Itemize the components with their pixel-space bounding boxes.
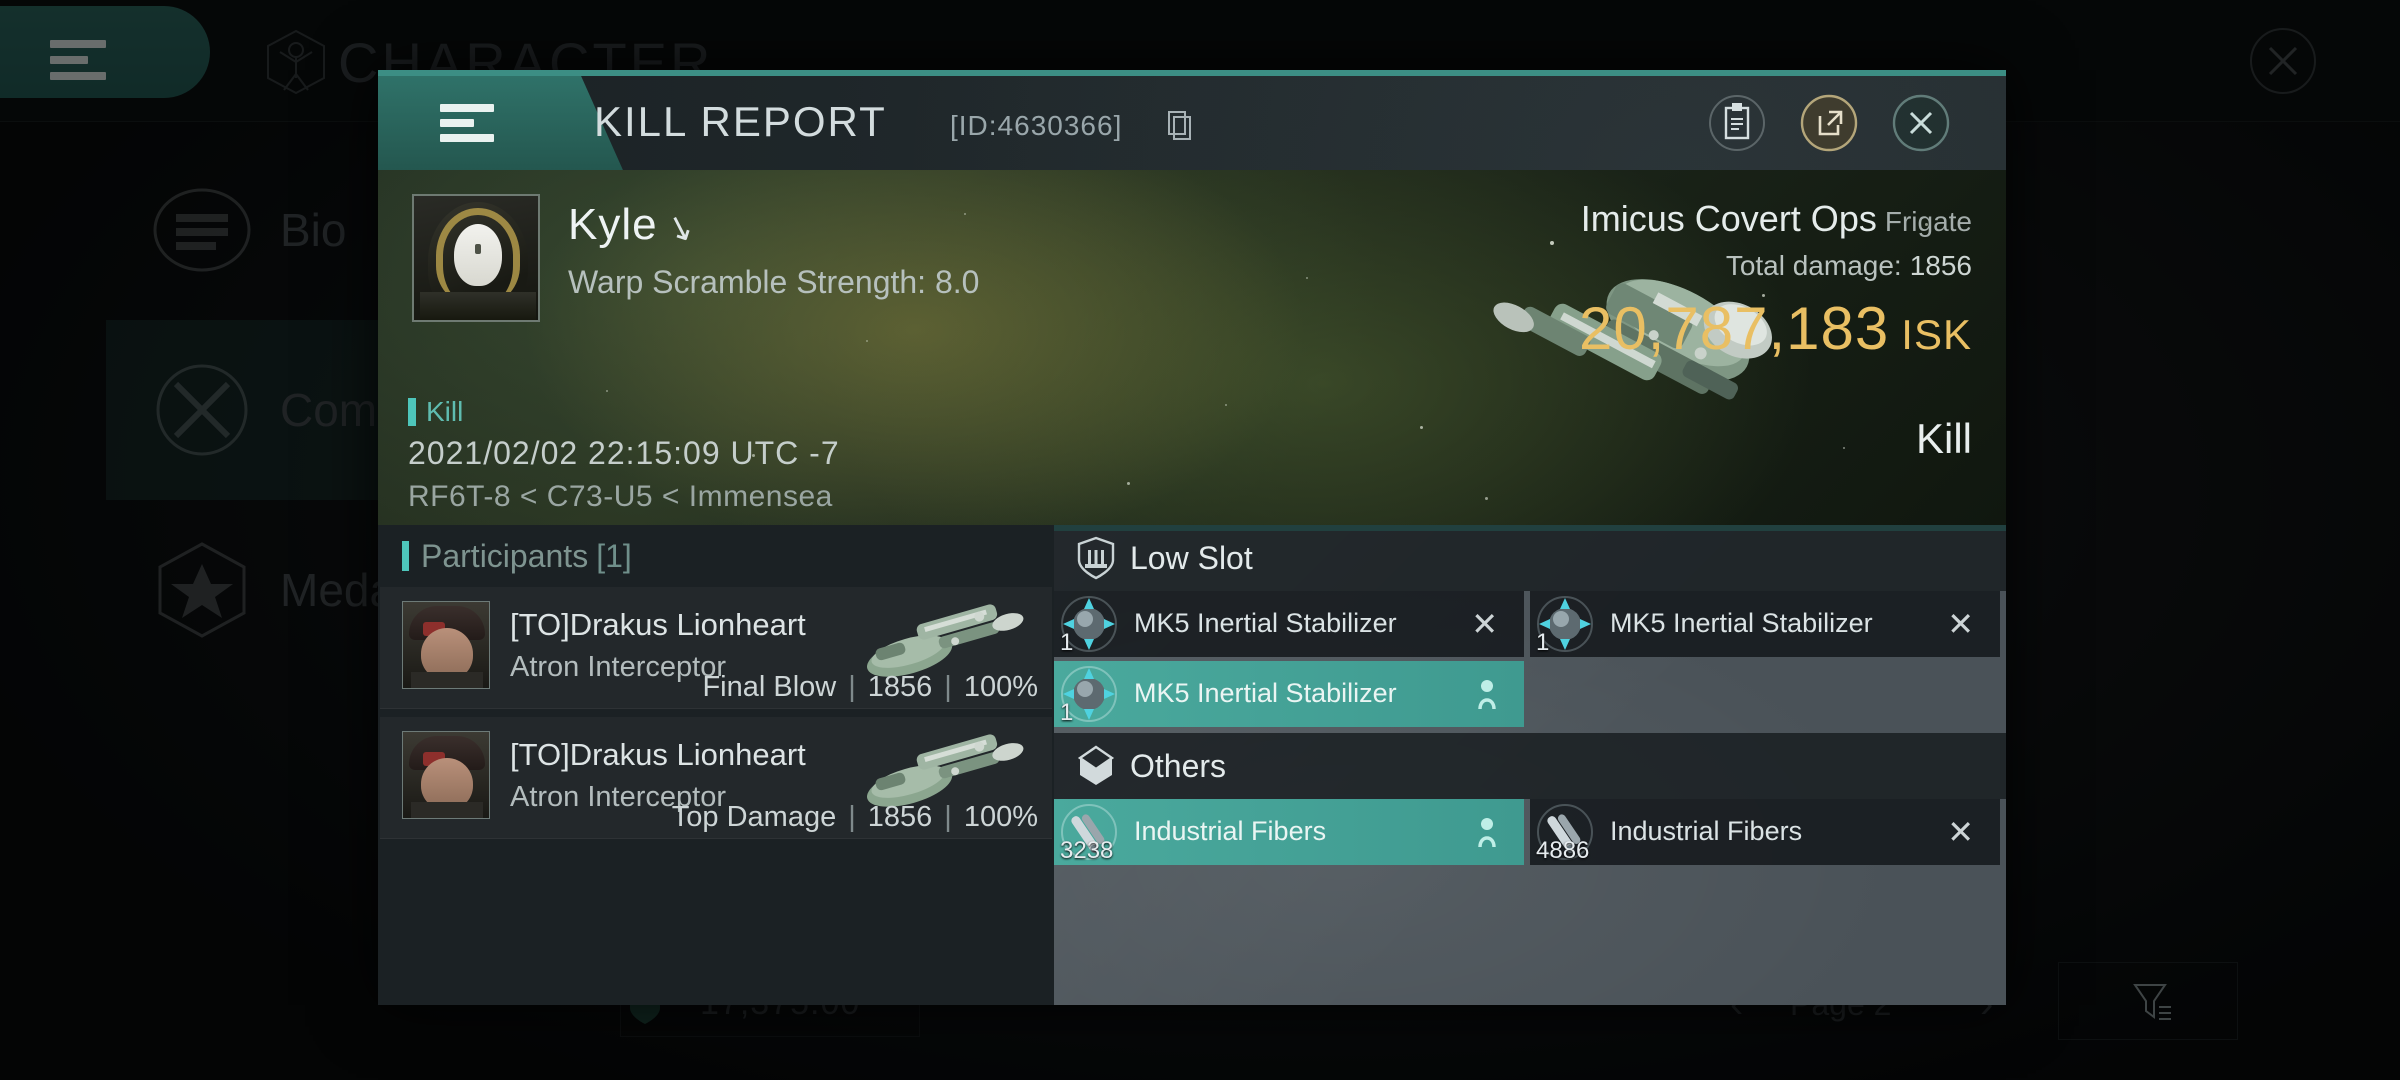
- low-slot-grid: 1 MK5 Inertial Stabilizer ✕ 1 MK5 Inerti…: [1054, 591, 2006, 731]
- total-damage-label: Total damage:: [1725, 250, 1902, 281]
- list-item[interactable]: 4886 Industrial Fibers ✕: [1530, 799, 2000, 865]
- name-suffix-icon: ↘: [660, 205, 701, 251]
- participants-count: [1]: [596, 537, 632, 574]
- item-quantity: 1: [1060, 699, 1074, 726]
- kill-tag-label: Kill: [426, 396, 464, 427]
- others-title: Others: [1130, 747, 1227, 784]
- participant-percent: 100%: [963, 671, 1038, 703]
- item-quantity: 1: [1060, 629, 1074, 656]
- dialog-header: KILL REPORT [ID:4630366]: [378, 76, 2006, 170]
- isk-unit: ISK: [1901, 311, 1972, 358]
- participant-role: Final Blow: [702, 671, 837, 703]
- inertial-stabilizer-icon: 1: [1058, 593, 1120, 656]
- pilot-portrait: [402, 731, 490, 819]
- warp-scramble-strength: Warp Scramble Strength: 8.0: [568, 264, 980, 300]
- table-row[interactable]: [TO]Drakus Lionheart Atron Interceptor: [380, 717, 1052, 839]
- atron-ship-render: [834, 729, 1034, 811]
- atron-ship-render: [834, 599, 1034, 681]
- item-quantity: 4886: [1536, 837, 1590, 864]
- clipboard-icon[interactable]: [1706, 92, 1768, 154]
- ship-name-text: Imicus Covert Ops: [1580, 198, 1877, 239]
- participant-name: [TO]Drakus Lionheart: [510, 607, 806, 642]
- participant-name: [TO]Drakus Lionheart: [510, 737, 806, 772]
- list-item[interactable]: 3238 Industrial Fibers: [1054, 799, 1524, 865]
- kill-result: Kill: [1915, 415, 1972, 462]
- victim-name-text: Kyle: [568, 200, 658, 249]
- kill-location: RF6T-8 < C73-U5 < Immensea: [408, 480, 833, 513]
- empty-slot: [1530, 661, 2000, 727]
- participant-damage: 1856: [867, 671, 933, 703]
- person-drop-icon[interactable]: [1476, 679, 1498, 710]
- close-icon[interactable]: ✕: [1947, 813, 1974, 851]
- list-item[interactable]: 1 MK5 Inertial Stabilizer: [1054, 661, 1524, 727]
- industrial-fibers-icon: 3238: [1058, 801, 1120, 864]
- industrial-fibers-icon: 4886: [1534, 801, 1596, 864]
- total-damage-value: 1856: [1909, 250, 1972, 281]
- victim-ship-summary: Imicus Covert Ops Frigate Total damage: 18…: [1579, 198, 1972, 363]
- item-quantity: 1: [1536, 629, 1550, 656]
- close-icon[interactable]: ✕: [1947, 605, 1974, 643]
- item-label: MK5 Inertial Stabilizer: [1610, 608, 1873, 639]
- inertial-stabilizer-icon: 1: [1058, 663, 1120, 726]
- hamburger-icon[interactable]: [440, 104, 494, 142]
- isk-value: 20,787,183 ISK: [1579, 294, 1972, 363]
- item-label: Industrial Fibers: [1610, 816, 1803, 847]
- participant-stats: Final Blow | 1856 | 100%: [702, 671, 1038, 703]
- table-row[interactable]: [TO]Drakus Lionheart Atron Interceptor: [380, 587, 1052, 709]
- others-header: Others: [1054, 733, 2006, 799]
- participant-damage: 1856: [867, 801, 933, 833]
- close-icon[interactable]: ✕: [1471, 605, 1498, 643]
- item-label: MK5 Inertial Stabilizer: [1134, 608, 1397, 639]
- kill-tag: Kill: [408, 396, 463, 428]
- copy-icon[interactable]: [1168, 111, 1192, 141]
- item-label: MK5 Inertial Stabilizer: [1134, 678, 1397, 709]
- ship-class-text: Frigate: [1884, 206, 1972, 237]
- victim-name: Kyle↘: [568, 200, 700, 251]
- close-icon[interactable]: [1890, 92, 1952, 154]
- item-quantity: 3238: [1060, 837, 1114, 864]
- dialog-body: Participants [1] [TO]Drakus Lionheart At…: [378, 525, 2006, 1005]
- participants-header: Participants [1]: [378, 525, 1054, 587]
- participants-title: Participants: [421, 537, 589, 574]
- victim-ship-name: Imicus Covert Ops Frigate: [1579, 198, 1972, 240]
- item-label: Industrial Fibers: [1134, 816, 1327, 847]
- report-id: [ID:4630366]: [950, 110, 1123, 141]
- kill-report-dialog: KILL REPORT [ID:4630366] Kyle↘ Warp Scra…: [378, 70, 2006, 1005]
- participant-stats: Top Damage | 1856 | 100%: [671, 801, 1038, 833]
- low-slot-header: Low Slot: [1054, 525, 2006, 591]
- kill-hero-banner: Kyle↘ Warp Scramble Strength: 8.0 Kill 2…: [378, 170, 2006, 525]
- participant-percent: 100%: [963, 801, 1038, 833]
- victim-portrait[interactable]: [412, 194, 540, 322]
- fitting-panel: Low Slot 1 MK5 Inertial Stabilizer ✕ 1 M…: [1054, 525, 2006, 1005]
- list-item[interactable]: 1 MK5 Inertial Stabilizer ✕: [1530, 591, 2000, 657]
- total-damage: Total damage: 1856: [1579, 250, 1972, 282]
- isk-amount: 20,787,183: [1579, 295, 1890, 362]
- participant-ship: Atron Interceptor: [510, 651, 726, 683]
- others-grid: 3238 Industrial Fibers 4886 Industrial F…: [1054, 799, 2006, 869]
- pilot-portrait: [402, 601, 490, 689]
- low-slot-title: Low Slot: [1130, 539, 1253, 576]
- participants-panel: Participants [1] [TO]Drakus Lionheart At…: [378, 525, 1054, 1005]
- participant-role: Top Damage: [671, 801, 837, 833]
- inertial-stabilizer-icon: 1: [1534, 593, 1596, 656]
- person-drop-icon[interactable]: [1476, 817, 1498, 848]
- share-external-icon[interactable]: [1798, 92, 1860, 154]
- dialog-title: KILL REPORT: [594, 98, 887, 145]
- low-slot-shield-icon: [1076, 536, 1116, 580]
- list-item[interactable]: 1 MK5 Inertial Stabilizer ✕: [1054, 591, 1524, 657]
- cargo-box-icon: [1076, 744, 1116, 788]
- kill-timestamp: 2021/02/02 22:15:09 UTC -7: [408, 435, 840, 471]
